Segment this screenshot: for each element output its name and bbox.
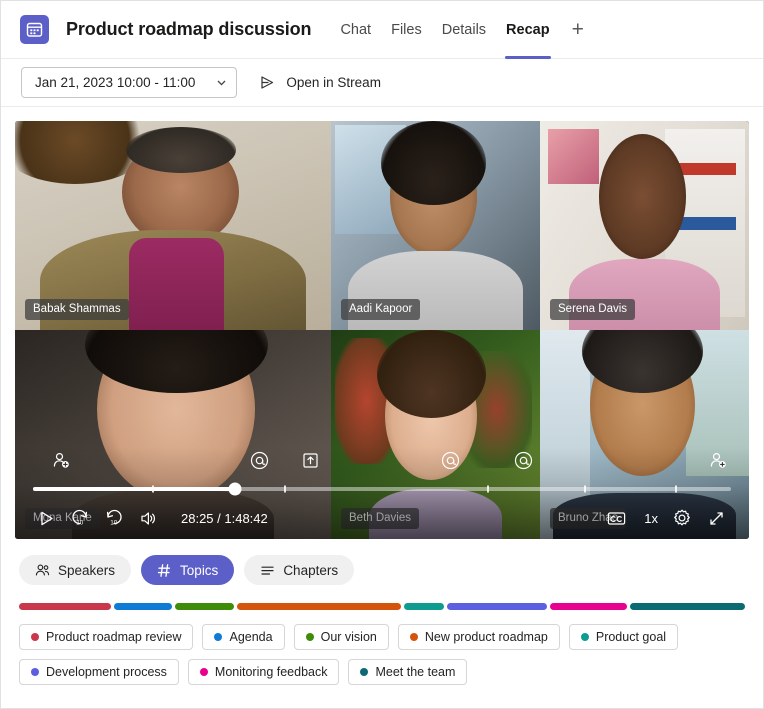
topic-chip-label: Product goal [596,630,666,644]
topic-chip-product-roadmap-review[interactable]: Product roadmap review [19,624,193,650]
chevron-down-icon [215,76,228,89]
mention-icon[interactable] [250,451,269,470]
tab-recap[interactable]: Recap [496,1,560,59]
people-icon [35,563,50,578]
filter-speakers-button[interactable]: Speakers [19,555,131,585]
page-title: Product roadmap discussion [66,19,311,40]
svg-text:10: 10 [110,520,118,527]
teams-recap-window: Product roadmap discussion Chat Files De… [0,0,764,709]
filter-speakers-label: Speakers [58,563,115,578]
scrubber-tick [584,486,586,493]
add-person-icon[interactable] [709,451,728,470]
filter-chapters-button[interactable]: Chapters [244,555,354,585]
scrubber-tick [152,486,154,493]
topic-color-dot [306,633,314,641]
filter-topics-button[interactable]: Topics [141,555,234,585]
open-in-stream-label: Open in Stream [286,75,381,90]
topic-chip-label: New product roadmap [425,630,548,644]
date-range-label: Jan 21, 2023 10:00 - 11:00 [35,75,195,90]
scrubber-tick [284,486,286,493]
video-tile-babak-shammas[interactable]: Babak Shammas [15,121,331,330]
closed-captions-icon[interactable] [601,503,631,533]
topic-color-dot [410,633,418,641]
list-icon [260,563,275,578]
topic-color-dot [31,633,39,641]
topic-chip-new-product-roadmap[interactable]: New product roadmap [398,624,560,650]
video-grid-row-1: Aadi Kapoor Serena Davis [331,121,749,330]
scrubber-tick [487,486,489,493]
timeline-segment-product-roadmap-review[interactable] [19,603,111,610]
topic-chip-our-vision[interactable]: Our vision [294,624,389,650]
playback-speed-button[interactable]: 1x [635,511,667,526]
topic-timeline-bar[interactable] [19,603,745,610]
participant-name: Aadi Kapoor [341,299,420,320]
tab-details[interactable]: Details [432,1,496,59]
scrubber-thumb[interactable] [229,483,242,496]
volume-icon[interactable] [133,503,163,533]
rewind-10-icon[interactable]: 10 [65,503,95,533]
topic-chip-meet-the-team[interactable]: Meet the team [348,659,467,685]
topic-chip-label: Meet the team [375,665,455,679]
scrubber-progress [33,487,235,491]
timeline-segment-development-process[interactable] [447,603,547,610]
playback-scrubber[interactable] [33,481,731,497]
tab-chat[interactable]: Chat [330,1,381,59]
fullscreen-icon[interactable] [701,503,731,533]
topic-chip-development-process[interactable]: Development process [19,659,179,685]
forward-10-icon[interactable]: 10 [99,503,129,533]
calendar-icon [20,15,49,44]
open-in-stream-button[interactable]: Open in Stream [259,74,381,91]
add-tab-button[interactable]: + [560,1,596,59]
video-tile-aadi-kapoor[interactable]: Aadi Kapoor [331,121,540,330]
share-screen-icon[interactable] [301,451,320,470]
filter-chapters-label: Chapters [283,563,338,578]
topic-chip-label: Agenda [229,630,272,644]
timeline-segment-meet-the-team[interactable] [630,603,745,610]
timeline-markers [15,447,749,481]
add-person-icon[interactable] [52,451,71,470]
stream-play-icon [259,74,276,91]
hash-icon [157,563,172,578]
scrubber-tick [675,486,677,493]
topic-color-dot [581,633,589,641]
date-range-dropdown[interactable]: Jan 21, 2023 10:00 - 11:00 [21,67,237,98]
mention-icon[interactable] [441,451,460,470]
topic-chip-label: Our vision [321,630,377,644]
participant-name: Serena Davis [550,299,635,320]
gear-icon[interactable] [667,503,697,533]
timeline-segment-product-goal[interactable] [404,603,445,610]
topic-color-dot [360,668,368,676]
timeline-segment-new-product-roadmap[interactable] [237,603,401,610]
topic-chip-label: Monitoring feedback [215,665,328,679]
filter-topics-label: Topics [180,563,218,578]
playback-timecode: 28:25 / 1:48:42 [181,511,268,526]
topic-chip-agenda[interactable]: Agenda [202,624,284,650]
topic-color-dot [200,668,208,676]
participant-name: Babak Shammas [25,299,129,320]
topic-color-dot [31,668,39,676]
timeline-segment-our-vision[interactable] [175,603,234,610]
topic-chip-product-goal[interactable]: Product goal [569,624,678,650]
topic-color-dot [214,633,222,641]
play-icon[interactable] [31,503,61,533]
app-header: Product roadmap discussion Chat Files De… [1,1,763,59]
timeline-segment-agenda[interactable] [114,603,171,610]
tab-bar: Chat Files Details Recap + [330,1,595,59]
topic-chip-monitoring-feedback[interactable]: Monitoring feedback [188,659,340,685]
recap-filter-bar: Speakers Topics Chapters [19,555,763,585]
topic-chip-label: Product roadmap review [46,630,181,644]
video-tile-serena-davis[interactable]: Serena Davis [540,121,749,330]
video-player-controls: 10 10 28:25 / 1 [15,447,749,539]
topic-chip-list: Product roadmap review Agenda Our vision… [19,624,745,685]
player-control-row: 10 10 28:25 / 1 [15,497,749,539]
timeline-segment-monitoring-feedback[interactable] [550,603,627,610]
tab-files[interactable]: Files [381,1,432,59]
topic-chip-label: Development process [46,665,167,679]
recap-toolbar: Jan 21, 2023 10:00 - 11:00 Open in Strea… [1,59,763,107]
svg-text:10: 10 [76,520,84,527]
mention-icon[interactable] [514,451,533,470]
video-stage[interactable]: Babak Shammas Mona Kane [15,121,749,539]
